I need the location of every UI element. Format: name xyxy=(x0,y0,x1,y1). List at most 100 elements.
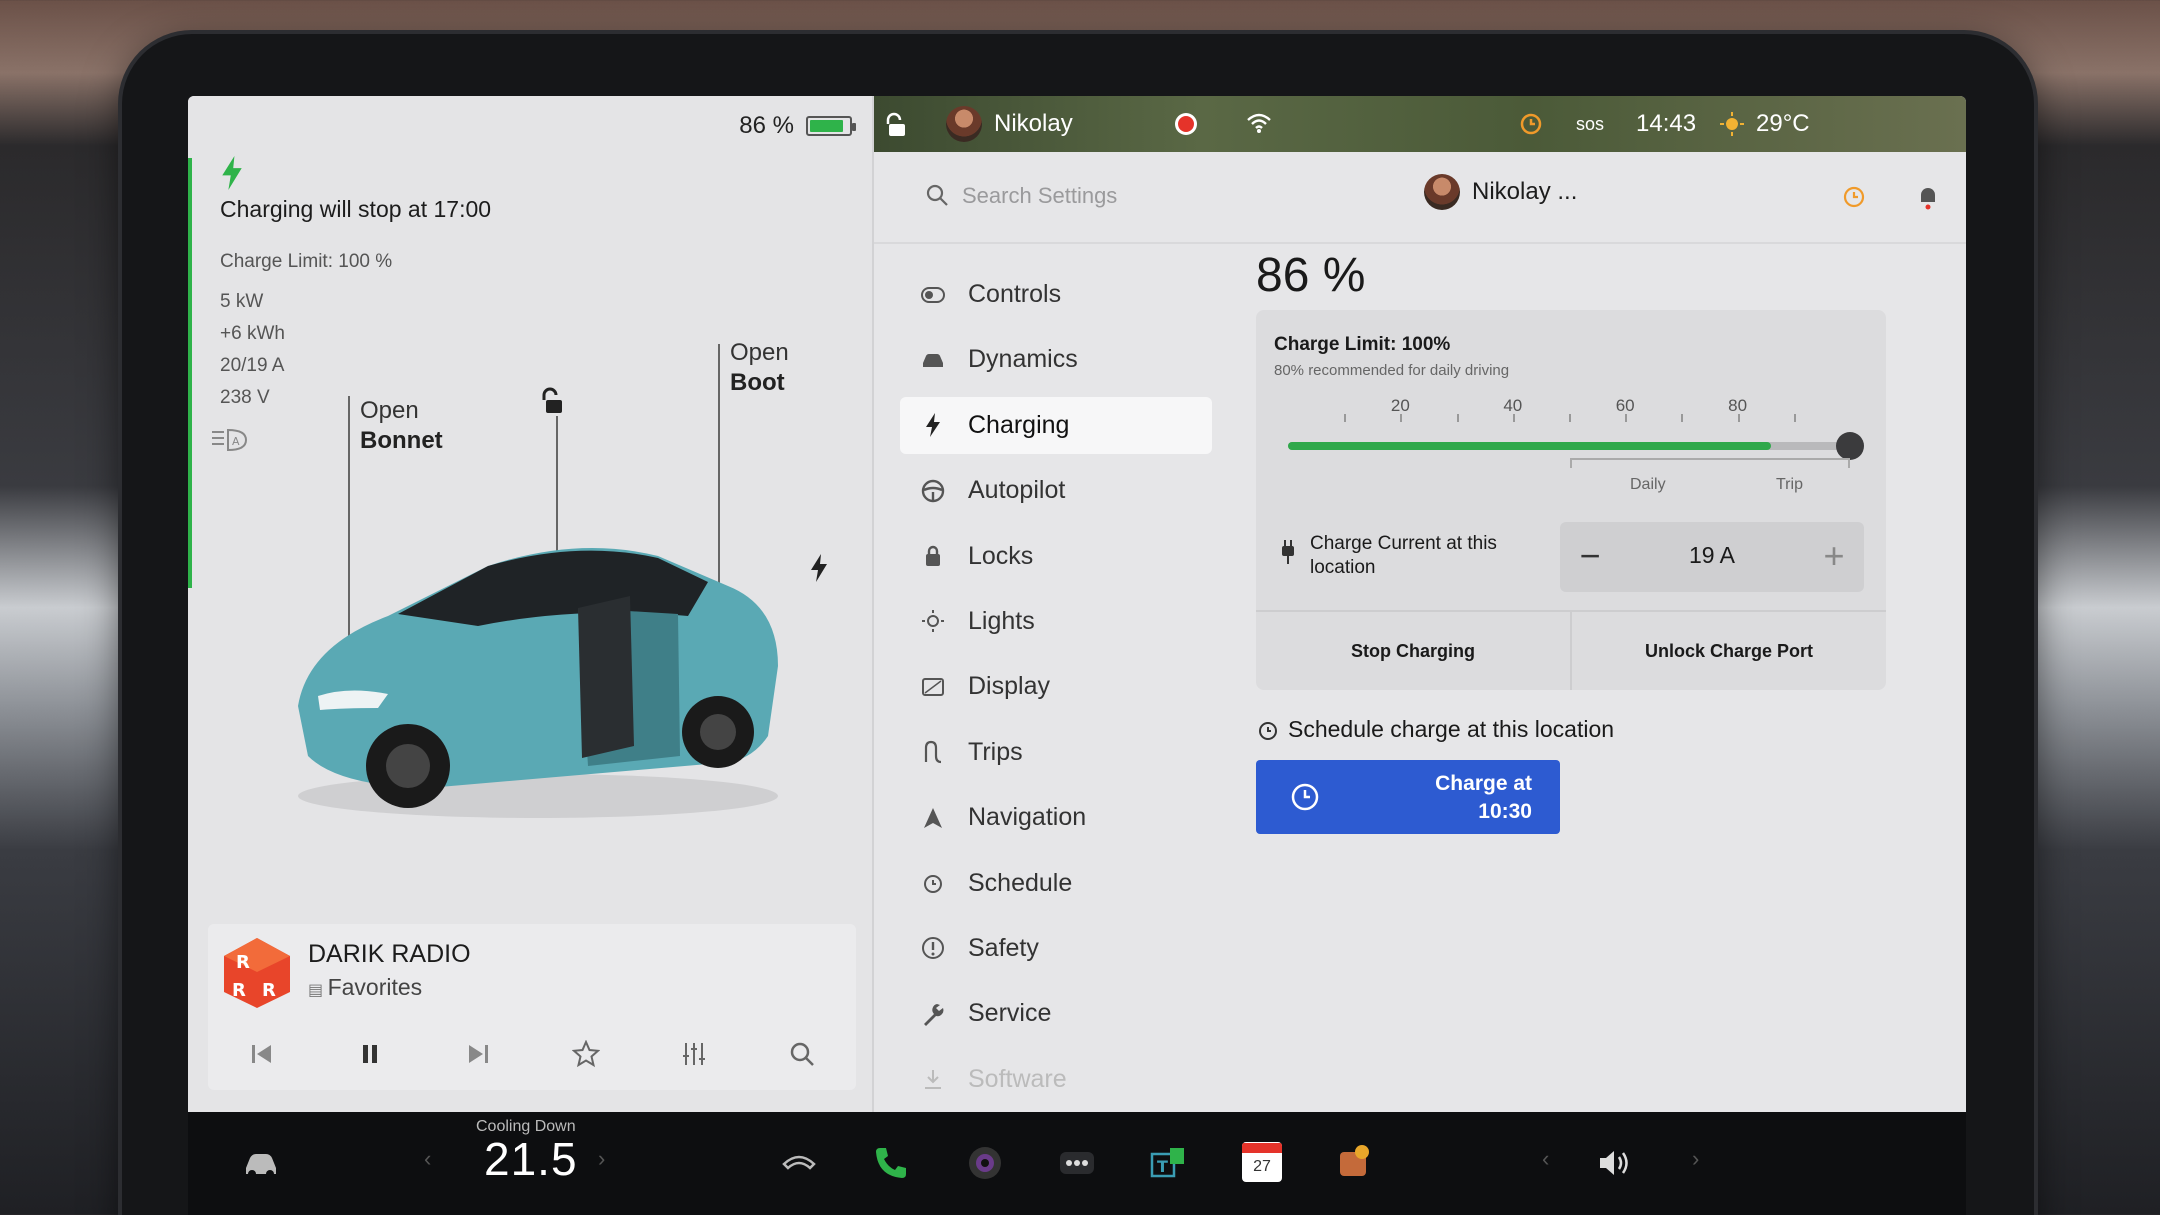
temp-decrease-chevron-icon[interactable]: ‹ xyxy=(424,1146,431,1172)
driver-name[interactable]: Nikolay xyxy=(994,110,1073,138)
battery-percent: 86 % xyxy=(739,112,794,139)
slider-tick-mark xyxy=(1569,414,1571,422)
nav-item-dynamics[interactable]: Dynamics xyxy=(900,331,1212,388)
driver-avatar[interactable] xyxy=(946,106,982,142)
slider-fill xyxy=(1288,442,1772,450)
favorites-icon: ▤ xyxy=(308,982,328,999)
slider-tick-label: 60 xyxy=(1615,396,1635,415)
boot-label: Boot xyxy=(730,369,785,396)
auto-headlights-icon[interactable]: A xyxy=(210,426,250,454)
media-source-label: Favorites xyxy=(327,974,423,1000)
nav-item-label: Safety xyxy=(968,933,1039,962)
search-icon[interactable] xyxy=(924,182,950,208)
notification-bell-icon[interactable] xyxy=(1914,182,1942,210)
slider-tick-label: 20 xyxy=(1390,396,1410,415)
stop-charging-button[interactable]: Stop Charging xyxy=(1256,612,1572,690)
charging-stats: Charge Limit: 100 % 5 kW +6 kWh 20/19 A … xyxy=(220,246,392,414)
previous-track-icon[interactable] xyxy=(240,1032,284,1076)
volume-up-chevron-icon[interactable]: › xyxy=(1692,1146,1699,1172)
slider-tick-mark xyxy=(1681,414,1684,422)
settings-search-input[interactable] xyxy=(962,178,1402,214)
increase-current-button[interactable]: + xyxy=(1814,536,1854,576)
nav-item-label: Schedule xyxy=(968,868,1073,897)
nav-item-label: Autopilot xyxy=(968,476,1066,505)
nav-item-software[interactable]: Software xyxy=(900,1051,1212,1108)
favorite-star-icon[interactable] xyxy=(564,1032,608,1076)
bonnet-label: Bonnet xyxy=(360,427,443,454)
charge-limit-title: Charge Limit: 100% xyxy=(1274,334,1451,355)
volume-icon[interactable] xyxy=(1594,1142,1636,1184)
sos-label[interactable]: sos xyxy=(1576,114,1604,135)
nav-item-lights[interactable]: Lights xyxy=(900,593,1212,650)
slider-tick-label: 40 xyxy=(1503,396,1523,415)
slider-tick-marks xyxy=(1288,414,1850,426)
next-track-icon[interactable] xyxy=(456,1032,500,1076)
nav-item-controls[interactable]: Controls xyxy=(900,266,1212,323)
nav-item-service[interactable]: Service xyxy=(900,985,1212,1042)
charge-current-label: Charge Current at this location xyxy=(1310,533,1497,578)
svg-text:R: R xyxy=(236,952,250,973)
nav-item-locks[interactable]: Locks xyxy=(900,528,1212,585)
charge-current-stepper: − 19 A + xyxy=(1560,522,1864,592)
status-bar: Nikolay sos 14:43 29°C xyxy=(874,96,1966,152)
unlock-charge-port-button[interactable]: Unlock Charge Port xyxy=(1572,612,1886,690)
car-icon xyxy=(920,347,946,373)
toybox-icon[interactable]: T xyxy=(1148,1142,1190,1184)
battery-icon xyxy=(806,116,856,136)
wiper-icon[interactable] xyxy=(778,1142,820,1184)
open-boot-button[interactable]: Open Boot xyxy=(730,338,789,398)
open-bonnet-button[interactable]: Open Bonnet xyxy=(360,396,443,456)
profile-button[interactable]: Nikolay ... xyxy=(1424,174,1577,210)
alarm-clock-icon[interactable] xyxy=(1840,182,1868,210)
scheduled-charge-button[interactable]: Charge at 10:30 xyxy=(1256,760,1560,834)
boot-action: Open xyxy=(730,339,789,366)
app-launcher-icon[interactable] xyxy=(1334,1142,1376,1184)
dashcam-recording-icon[interactable] xyxy=(1174,112,1198,136)
pause-icon[interactable] xyxy=(348,1032,392,1076)
wrench-icon xyxy=(920,1001,946,1027)
svg-text:A: A xyxy=(232,435,240,448)
nav-item-navigation[interactable]: Navigation xyxy=(900,789,1212,846)
charging-current: 20/19 A xyxy=(220,355,285,376)
trip-label: Trip xyxy=(1776,476,1803,493)
calendar-icon[interactable]: 27 xyxy=(1242,1142,1282,1182)
temp-increase-chevron-icon[interactable]: › xyxy=(598,1146,605,1172)
svg-text:R: R xyxy=(262,980,276,1001)
nav-item-schedule[interactable]: Schedule xyxy=(900,855,1212,912)
schedule-heading: Schedule charge at this location xyxy=(1256,716,1614,743)
charge-limit-slider[interactable] xyxy=(1288,432,1864,460)
nav-item-display[interactable]: Display xyxy=(900,658,1212,715)
slider-thumb[interactable] xyxy=(1836,432,1864,460)
wifi-icon xyxy=(1247,113,1271,133)
cabin-temperature[interactable]: 21.5 xyxy=(484,1132,578,1186)
nav-item-trips[interactable]: Trips xyxy=(900,724,1212,781)
unlocked-icon[interactable] xyxy=(886,112,908,138)
battery-percent-large: 86 % xyxy=(1256,249,1366,302)
nav-item-autopilot[interactable]: Autopilot xyxy=(900,462,1212,519)
steering-wheel-icon xyxy=(920,478,946,504)
camera-icon[interactable] xyxy=(964,1142,1006,1184)
charging-actions: Stop Charging Unlock Charge Port xyxy=(1256,610,1886,690)
slider-tick-mark xyxy=(1625,414,1628,422)
nav-item-safety[interactable]: Safety xyxy=(900,920,1212,977)
more-apps-icon[interactable] xyxy=(1056,1142,1098,1184)
schedule-heading-label: Schedule charge at this location xyxy=(1288,716,1615,742)
battery-fill xyxy=(810,120,843,132)
slider-tick-label: 80 xyxy=(1728,396,1748,415)
nav-item-label: Locks xyxy=(968,541,1034,570)
unlocked-padlock-icon[interactable] xyxy=(538,386,568,416)
charging-bolt-icon xyxy=(222,156,242,190)
charge-limit-card: Charge Limit: 100% 80% recommended for d… xyxy=(1256,310,1886,690)
phone-icon[interactable] xyxy=(870,1142,912,1184)
nav-item-label: Trips xyxy=(968,737,1023,766)
car-icon[interactable] xyxy=(240,1142,282,1184)
media-search-icon[interactable] xyxy=(780,1032,824,1076)
equalizer-icon[interactable] xyxy=(672,1032,716,1076)
alarm-clock-icon[interactable] xyxy=(1518,110,1544,136)
volume-down-chevron-icon[interactable]: ‹ xyxy=(1542,1146,1549,1172)
nav-item-label: Service xyxy=(968,999,1052,1028)
nav-item-label: Controls xyxy=(968,280,1062,308)
daily-label: Daily xyxy=(1630,476,1666,493)
settings-panel: Nikolay ... Controls Dynamics Charging Auto… xyxy=(874,152,1966,1112)
nav-item-charging[interactable]: Charging xyxy=(900,396,1212,454)
